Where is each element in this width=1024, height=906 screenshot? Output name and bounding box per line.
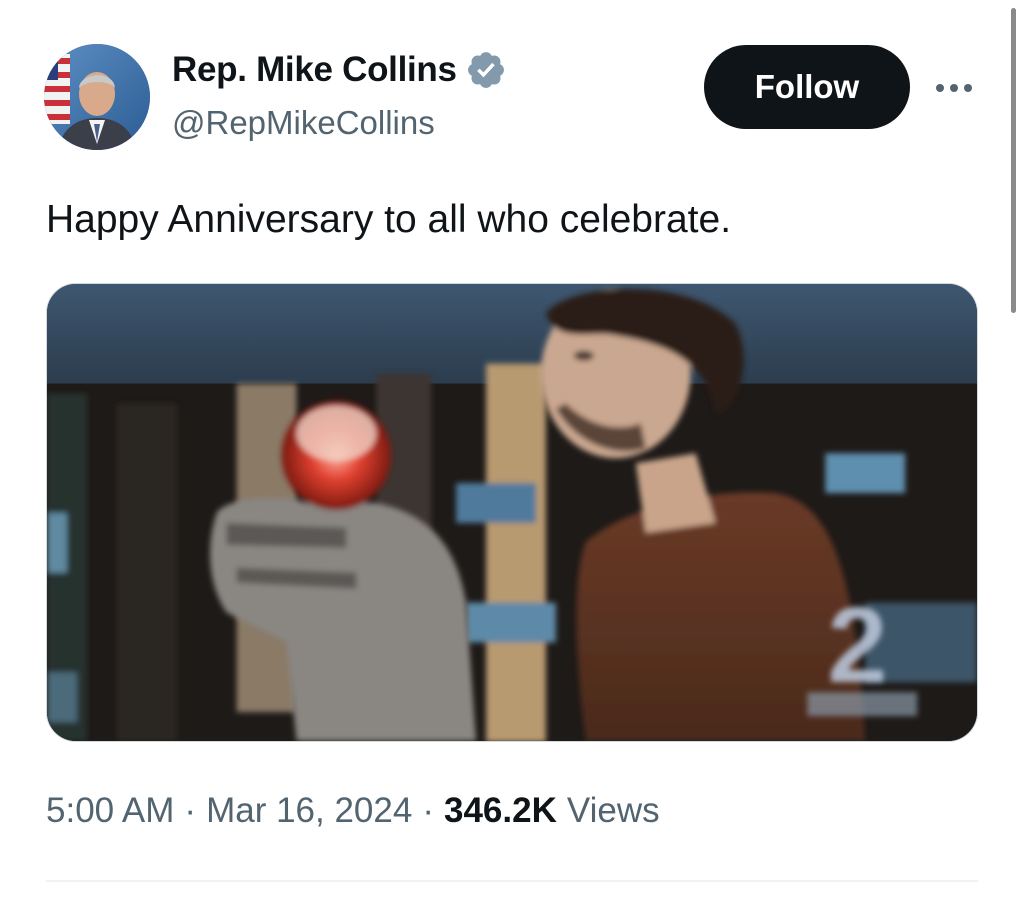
follow-button[interactable]: Follow: [704, 45, 910, 129]
more-horizontal-icon: [964, 84, 972, 92]
tweet-date[interactable]: Mar 16, 2024: [206, 788, 412, 834]
author-display-name[interactable]: Rep. Mike Collins: [172, 48, 457, 92]
divider: [46, 880, 978, 882]
media-image: 2: [47, 284, 977, 741]
tweet-card: Rep. Mike Collins @RepMikeCollins Follow…: [0, 0, 1024, 906]
views-count: 346.2K: [443, 791, 557, 830]
scrollbar[interactable]: [1011, 8, 1016, 313]
avatar[interactable]: [44, 44, 150, 150]
meta-separator: ·: [422, 791, 434, 830]
channel-number-text: 2: [827, 585, 887, 705]
avatar-image: [44, 44, 150, 150]
tweet-time[interactable]: 5:00 AM: [46, 788, 174, 834]
meta-separator: ·: [184, 791, 197, 830]
views-label: Views: [566, 791, 660, 830]
tweet-media[interactable]: 2: [46, 283, 978, 742]
more-options-button[interactable]: [926, 68, 982, 108]
tweet-meta: 5:00 AM · Mar 16, 2024 · 346.2K Views: [46, 788, 660, 834]
verified-badge-icon: [467, 52, 504, 88]
more-horizontal-icon: [936, 84, 944, 92]
tweet-text: Happy Anniversary to all who celebrate.: [46, 198, 732, 241]
more-horizontal-icon: [950, 84, 958, 92]
author-name-row[interactable]: Rep. Mike Collins: [172, 48, 507, 92]
author-handle[interactable]: @RepMikeCollins: [172, 101, 435, 145]
